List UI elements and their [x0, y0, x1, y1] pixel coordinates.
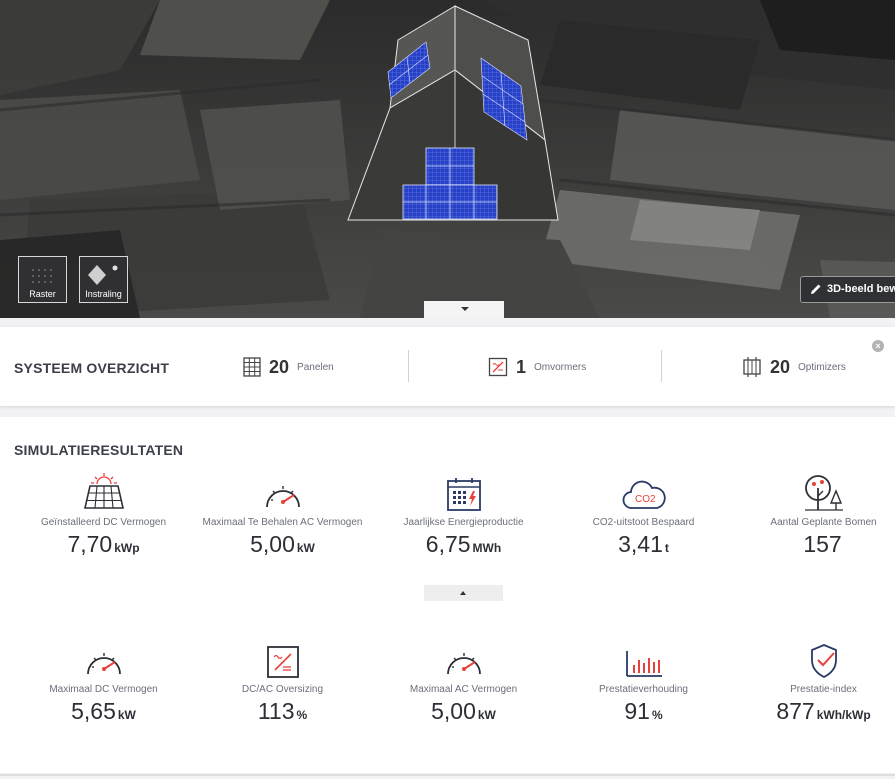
metric-unit: %: [296, 708, 308, 722]
metric-value: 6,75: [425, 531, 471, 557]
panel-grid-icon: [243, 357, 261, 377]
metric-unit: kWp: [114, 541, 140, 555]
metric-label: Geïnstalleerd DC Vermogen: [40, 517, 167, 528]
optimizer-icon: [743, 357, 761, 377]
metric-value: 5,00: [250, 531, 295, 557]
inverter-icon: [488, 357, 508, 377]
trees-icon: [804, 475, 843, 511]
metric-unit: kW: [296, 541, 315, 555]
solar-panel-sun-icon: [83, 473, 124, 509]
collapse-results-toggle[interactable]: [424, 585, 503, 601]
system-overview-title: SYSTEEM OVERZICHT: [14, 360, 170, 376]
metric-max-ac-power: Maximaal AC Vermogen 5,00 kW: [374, 639, 553, 725]
gauge-icon: [265, 486, 300, 508]
co2-cloud-icon: CO2: [622, 480, 666, 509]
metric-value: 113: [257, 698, 295, 724]
panels-label: Panelen: [297, 361, 334, 373]
pencil-icon: [811, 284, 821, 294]
metric-dc-ac-oversizing: DC/AC Oversizing 113%: [193, 639, 372, 725]
close-icon[interactable]: ×: [872, 340, 884, 352]
edit-3d-view-button[interactable]: 3D-beeld bewe: [800, 276, 895, 303]
optimizers-count: 20: [770, 356, 791, 377]
metric-annual-energy-production: Jaarlijkse Energieproductie 6,75 MWh: [374, 472, 553, 558]
metric-max-dc-power: Maximaal DC Vermogen 5,65 kW: [14, 639, 193, 725]
raster-tool-button[interactable]: Raster: [18, 256, 67, 303]
metric-co2-saved: CO2 CO2-uitstoot Bespaard 3,41 t: [554, 472, 733, 558]
metric-max-achievable-ac-power: Maximaal Te Behalen AC Vermogen 5,00 kW: [193, 472, 372, 558]
chevron-up-icon: [460, 591, 466, 595]
metric-value: 3,41: [618, 531, 663, 557]
shield-check-icon: [810, 644, 837, 679]
divider: [661, 350, 662, 382]
aerial-3d-scene: [0, 0, 895, 318]
divider: [0, 774, 895, 776]
metric-unit: t: [664, 541, 669, 555]
simulation-results-title: SIMULATIERESULTATEN: [14, 442, 184, 458]
instraling-tool-label: Instraling: [85, 289, 122, 299]
metric-label: Maximaal DC Vermogen: [49, 684, 158, 695]
metric-label: Maximaal AC Vermogen: [409, 684, 518, 695]
metric-installed-dc-power: Geïnstalleerd DC Vermogen 7,70 kWp: [14, 472, 193, 558]
inverters-count: 1: [516, 356, 527, 377]
instraling-tool-button[interactable]: Instraling: [79, 256, 128, 303]
metric-value: 157: [803, 531, 842, 557]
inverter-icon: [266, 646, 299, 678]
metric-label: Prestatieverhouding: [599, 684, 688, 695]
metric-label: Prestatie-index: [790, 684, 857, 695]
metric-value: 5,00: [431, 698, 476, 724]
overview-inverters: 1 Omvormers: [488, 354, 586, 380]
metric-label: Jaarlijkse Energieproductie: [403, 517, 524, 528]
irradiance-icon: [88, 265, 118, 285]
system-overview-card: SYSTEEM OVERZICHT 20 Panelen 1 Omvormers…: [0, 327, 895, 406]
metric-unit: kW: [477, 708, 496, 722]
gauge-icon: [446, 653, 481, 675]
metric-value: 91: [624, 698, 650, 724]
metric-unit: %: [651, 708, 663, 722]
3d-viewport[interactable]: Raster Instraling 3D-beeld bewe: [0, 0, 895, 318]
metric-performance-ratio: Prestatieverhouding 91%: [554, 639, 733, 725]
optimizers-label: Optimizers: [798, 361, 846, 373]
inverters-label: Omvormers: [534, 361, 587, 373]
metric-unit: kW: [117, 708, 136, 722]
metric-performance-index: Prestatie-index 877 kWh/kWp: [734, 639, 895, 725]
metric-label: Aantal Geplante Bomen: [770, 517, 877, 528]
overview-optimizers: 20 Optimizers: [742, 354, 846, 380]
simulation-results-card: SIMULATIERESULTATEN Geïnstalleerd DC Ver…: [0, 417, 895, 773]
collapse-viewport-toggle[interactable]: [424, 301, 504, 318]
raster-tool-label: Raster: [29, 289, 56, 299]
metric-label: Maximaal Te Behalen AC Vermogen: [202, 517, 363, 528]
metric-value: 877: [776, 698, 815, 724]
metric-value: 7,70: [67, 531, 113, 557]
gauge-icon: [86, 653, 121, 675]
grid-dots-icon: [32, 269, 52, 283]
metric-label: CO2-uitstoot Bespaard: [592, 517, 695, 528]
divider: [408, 350, 409, 382]
metric-unit: kWh/kWp: [816, 708, 871, 722]
co2-text: CO2: [635, 494, 656, 505]
metric-unit: MWh: [472, 541, 502, 555]
edit-3d-view-label: 3D-beeld bewe: [827, 283, 895, 295]
metric-value: 5,65: [71, 698, 116, 724]
metric-label: DC/AC Oversizing: [241, 684, 324, 695]
chevron-down-icon: [461, 307, 469, 311]
overview-panels: 20 Panelen: [243, 354, 334, 380]
panels-count: 20: [269, 356, 290, 377]
calendar-energy-icon: [446, 478, 481, 511]
metric-trees-planted: Aantal Geplante Bomen 157: [734, 472, 895, 558]
bar-chart-icon: [625, 651, 662, 677]
